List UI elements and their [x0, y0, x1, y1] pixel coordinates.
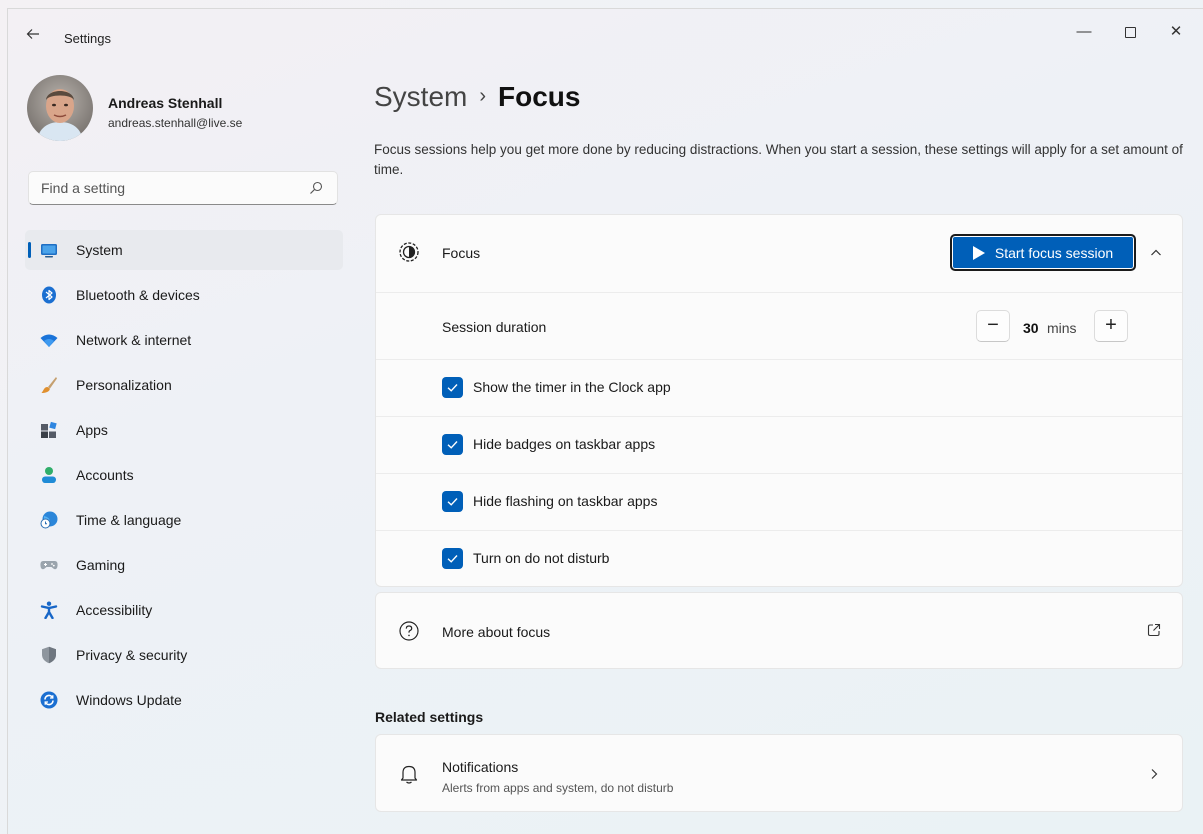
page-description: Focus sessions help you get more done by… [374, 142, 1183, 177]
active-indicator [28, 242, 31, 258]
related-settings-heading: Related settings [375, 709, 484, 725]
sidebar-item-personalization[interactable]: Personalization [25, 365, 343, 405]
sidebar-item-gaming[interactable]: Gaming [25, 545, 343, 585]
sidebar-item-label: Bluetooth & devices [76, 287, 200, 303]
hide-flashing-checkbox[interactable] [442, 491, 463, 512]
sidebar-item-bluetooth-devices[interactable]: Bluetooth & devices [25, 275, 343, 315]
sidebar-item-time-language[interactable]: Time & language [25, 500, 343, 540]
search-input[interactable] [39, 179, 303, 197]
user-email: andreas.stenhall@live.se [108, 116, 243, 130]
breadcrumb: System › Focus [374, 81, 581, 113]
show-timer-checkbox[interactable] [442, 377, 463, 398]
hide-badges-label: Hide badges on taskbar apps [473, 436, 656, 452]
brush-icon [41, 377, 57, 393]
sidebar-item-apps[interactable]: Apps [25, 410, 343, 450]
windows-update-icon [40, 691, 58, 709]
hide-badges-checkbox[interactable] [442, 434, 463, 455]
sidebar-item-label: Privacy & security [76, 647, 188, 663]
breadcrumb-parent[interactable]: System [374, 81, 467, 112]
option-row-show-timer[interactable]: Show the timer in the Clock app [376, 359, 1182, 416]
sidebar-item-label: System [76, 242, 123, 258]
sidebar-item-label: Windows Update [76, 692, 182, 708]
start-focus-session-label: Start focus session [994, 244, 1114, 261]
focus-label: Focus [442, 245, 481, 261]
decrease-duration-button[interactable]: − [976, 310, 1010, 342]
accounts-icon [42, 467, 56, 483]
more-about-focus-label: More about focus [442, 624, 551, 640]
notifications-title: Notifications [442, 759, 519, 775]
maximize-button[interactable] [1107, 17, 1153, 47]
bell-icon [400, 765, 418, 784]
back-button[interactable] [22, 23, 44, 45]
user-name: Andreas Stenhall [108, 95, 223, 111]
do-not-disturb-checkbox[interactable] [442, 548, 463, 569]
option-row-hide-badges[interactable]: Hide badges on taskbar apps [376, 416, 1182, 473]
search-box[interactable] [28, 171, 338, 205]
notifications-link[interactable]: Notifications Alerts from apps and syste… [375, 734, 1183, 812]
app-title: Settings [64, 31, 111, 46]
session-duration-row: Session duration − 30 mins + [376, 292, 1182, 359]
show-timer-label: Show the timer in the Clock app [473, 379, 671, 395]
sidebar-nav: System Bluetooth & devices Network & int… [25, 230, 343, 725]
avatar[interactable] [27, 75, 93, 141]
sidebar-item-accessibility[interactable]: Accessibility [25, 590, 343, 630]
hide-flashing-label: Hide flashing on taskbar apps [473, 493, 658, 509]
sidebar-item-label: Accounts [76, 467, 134, 483]
sidebar-item-label: Personalization [76, 377, 172, 393]
user-photo-icon [27, 75, 93, 141]
arrow-left-icon [26, 29, 39, 39]
checkmark-icon [447, 384, 458, 392]
gamepad-icon [40, 561, 58, 570]
shield-icon [42, 646, 56, 664]
option-row-hide-flashing[interactable]: Hide flashing on taskbar apps [376, 473, 1182, 530]
wifi-icon [40, 334, 58, 347]
chevron-right-icon [1151, 769, 1158, 779]
close-button[interactable]: ✕ [1153, 17, 1199, 47]
play-icon [972, 245, 985, 260]
page-title: Focus [498, 81, 581, 112]
duration-value: 30 [1023, 320, 1039, 336]
apps-icon [41, 421, 57, 438]
help-icon [399, 621, 419, 641]
focus-header-row[interactable]: Focus Start focus session [376, 215, 1182, 292]
notifications-subtitle: Alerts from apps and system, do not dist… [442, 781, 674, 795]
minimize-button[interactable]: — [1061, 17, 1107, 47]
time-language-icon [40, 511, 58, 529]
sidebar-item-privacy-security[interactable]: Privacy & security [25, 635, 343, 675]
start-focus-session-button[interactable]: Start focus session [950, 234, 1136, 271]
breadcrumb-separator: › [479, 85, 487, 107]
sidebar-item-label: Time & language [76, 512, 182, 528]
increase-duration-button[interactable]: + [1094, 310, 1128, 342]
accessibility-icon [40, 601, 58, 619]
checkmark-icon [447, 441, 458, 449]
maximize-icon [1124, 26, 1136, 38]
sidebar-item-label: Gaming [76, 557, 126, 573]
focus-icon [399, 242, 419, 262]
settings-window: Settings — ✕ Andreas Stenhall andreas.st… [7, 8, 1203, 834]
focus-card: Focus Start focus session Session durati… [375, 214, 1183, 587]
external-link-icon [1147, 623, 1161, 637]
checkmark-icon [447, 555, 458, 563]
sidebar-item-accounts[interactable]: Accounts [25, 455, 343, 495]
chevron-up-icon[interactable] [1144, 241, 1168, 265]
sidebar-item-system[interactable]: System [25, 230, 343, 270]
option-row-do-not-disturb[interactable]: Turn on do not disturb [376, 530, 1182, 587]
bluetooth-icon [42, 286, 56, 304]
sidebar-item-label: Apps [76, 422, 108, 438]
title-bar: Settings — ✕ [8, 9, 1203, 49]
system-display-icon [41, 244, 57, 258]
sidebar-item-network-internet[interactable]: Network & internet [25, 320, 343, 360]
more-about-focus-link[interactable]: More about focus [375, 592, 1183, 669]
duration-unit: mins [1047, 320, 1077, 336]
sidebar-item-label: Accessibility [76, 602, 153, 618]
sidebar-item-windows-update[interactable]: Windows Update [25, 680, 343, 720]
search-icon [310, 181, 323, 194]
sidebar-item-label: Network & internet [76, 332, 192, 348]
session-duration-label: Session duration [442, 319, 547, 335]
do-not-disturb-label: Turn on do not disturb [473, 550, 610, 566]
checkmark-icon [447, 498, 458, 506]
